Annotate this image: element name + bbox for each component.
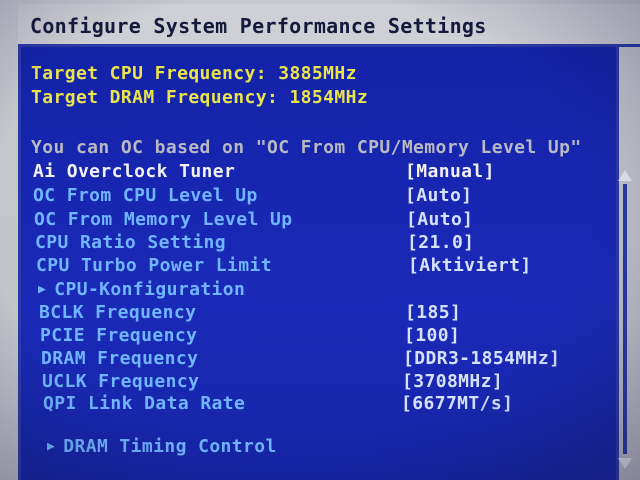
submenu-label: CPU-Konfiguration <box>54 279 246 300</box>
arrow-up-icon[interactable] <box>618 170 632 181</box>
setting-label: CPU Turbo Power Limit <box>36 255 272 276</box>
setting-label: DRAM Frequency <box>41 348 199 369</box>
triangle-right-icon: ▶ <box>38 282 47 297</box>
setting-value[interactable]: [Aktiviert] <box>408 255 532 276</box>
setting-value[interactable]: [100] <box>404 325 460 346</box>
setting-ai-overclock-tuner[interactable]: Ai Overclock Tuner [Manual] <box>33 161 613 183</box>
bios-screen: Configure System Performance Settings Ta… <box>0 0 640 480</box>
setting-value[interactable]: [3708MHz] <box>402 371 503 392</box>
setting-label: OC From CPU Level Up <box>33 185 258 206</box>
setting-value[interactable]: [Auto] <box>406 209 473 230</box>
setting-qpi-link-data-rate[interactable]: QPI Link Data Rate [6677MT/s] <box>43 393 623 415</box>
setting-cpu-turbo-power-limit[interactable]: CPU Turbo Power Limit [Aktiviert] <box>36 255 616 277</box>
setting-value[interactable]: [Manual] <box>405 161 495 182</box>
setting-oc-from-memory-level-up[interactable]: OC From Memory Level Up [Auto] <box>34 209 614 231</box>
setting-label: PCIE Frequency <box>40 325 198 346</box>
settings-panel: Target CPU Frequency: 3885MHz Target DRA… <box>21 47 616 480</box>
page-title: Configure System Performance Settings <box>30 14 487 38</box>
setting-pcie-frequency[interactable]: PCIE Frequency [100] <box>40 325 620 347</box>
oc-hint-text: You can OC based on "OC From CPU/Memory … <box>31 137 582 158</box>
setting-value[interactable]: [Auto] <box>405 185 472 206</box>
submenu-label: DRAM Timing Control <box>63 436 277 457</box>
submenu-cpu-konfiguration[interactable]: ▶ CPU-Konfiguration <box>38 279 245 300</box>
arrow-down-icon[interactable] <box>618 458 632 469</box>
header-bar: Configure System Performance Settings <box>18 4 640 47</box>
target-cpu-frequency: Target CPU Frequency: 3885MHz <box>31 63 357 84</box>
scrollbar-track[interactable] <box>623 184 627 454</box>
target-dram-frequency: Target DRAM Frequency: 1854MHz <box>31 87 369 108</box>
setting-label: Ai Overclock Tuner <box>33 161 236 182</box>
triangle-right-icon: ▶ <box>47 439 56 454</box>
setting-label: CPU Ratio Setting <box>35 232 227 253</box>
setting-value[interactable]: [6677MT/s] <box>401 393 513 414</box>
setting-dram-frequency[interactable]: DRAM Frequency [DDR3-1854MHz] <box>41 348 621 370</box>
setting-value[interactable]: [21.0] <box>407 232 474 253</box>
submenu-dram-timing-control[interactable]: ▶ DRAM Timing Control <box>47 436 277 457</box>
setting-label: UCLK Frequency <box>42 371 200 392</box>
setting-value[interactable]: [185] <box>405 302 461 323</box>
setting-uclk-frequency[interactable]: UCLK Frequency [3708MHz] <box>42 371 622 393</box>
setting-oc-from-cpu-level-up[interactable]: OC From CPU Level Up [Auto] <box>33 185 613 207</box>
setting-label: QPI Link Data Rate <box>43 393 246 414</box>
setting-value[interactable]: [DDR3-1854MHz] <box>403 348 560 369</box>
setting-label: BCLK Frequency <box>39 302 197 323</box>
setting-cpu-ratio[interactable]: CPU Ratio Setting [21.0] <box>35 232 615 254</box>
setting-label: OC From Memory Level Up <box>34 209 293 230</box>
setting-bclk-frequency[interactable]: BCLK Frequency [185] <box>39 302 619 324</box>
